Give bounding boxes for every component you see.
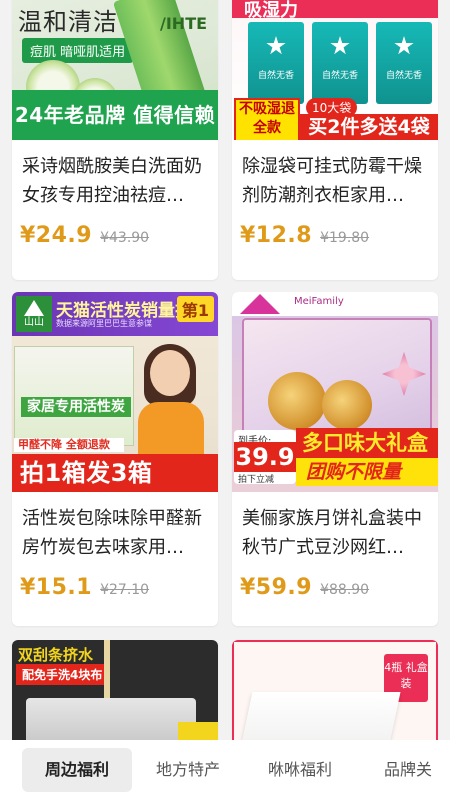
product-box-icon: 家居专用活性炭 (14, 346, 134, 446)
price-row: ¥15.1 ¥27.10 (20, 575, 149, 600)
image-subtitle: 配免手洗4块布 (16, 664, 109, 685)
product-title[interactable]: 采诗烟酰胺美白洗面奶女孩专用控油祛痘… (22, 152, 210, 210)
package-icon: 自然无香 (376, 22, 432, 104)
product-price: ¥12.8 (240, 223, 313, 248)
spokesperson-image (132, 344, 210, 454)
refund-strip: 甲醛不降 全额退款 (14, 438, 124, 452)
price-row: ¥59.9 ¥88.90 (240, 575, 369, 600)
price-tag-suffix: 拍下立减 (238, 475, 275, 485)
price-tag: 到手价: 39.9 拍下立减 (234, 430, 296, 485)
product-price: ¥59.9 (240, 575, 313, 600)
promo-banner: 买2件多送4袋 (300, 114, 438, 140)
product-title[interactable]: 活性炭包除味除甲醛新房竹炭包去味家用… (22, 504, 210, 562)
product-card[interactable]: 双刮条挤水 配免手洗4块布 (12, 640, 218, 750)
promo-banner-secondary: 团购不限量 (296, 458, 438, 486)
brand-name: MeiFamily (294, 296, 344, 307)
product-title[interactable]: 美俪家族月饼礼盒装中秋节广式豆沙网红… (242, 504, 430, 562)
product-image[interactable]: 4瓶 礼盒装 (232, 640, 438, 750)
image-headline: 温和清洁 (18, 8, 118, 36)
image-title: 双刮条挤水 (18, 646, 94, 664)
product-image[interactable]: 吸湿力 自然无香 自然无香 自然无香 不吸湿退全款 10大袋 买2件多送4袋 (232, 0, 438, 140)
promo-strip: 拍1箱发3箱 (12, 454, 218, 492)
product-card[interactable]: 4瓶 礼盒装 (232, 640, 438, 750)
brand-logo: 山山 (16, 296, 52, 332)
product-card[interactable]: 温和清洁 痘肌 暗哑肌适用 /IHTE 24年老品牌 值得信赖 采诗烟酰胺美白洗… (12, 0, 218, 280)
original-price: ¥88.90 (320, 582, 370, 598)
product-image[interactable]: 温和清洁 痘肌 暗哑肌适用 /IHTE 24年老品牌 值得信赖 (12, 0, 218, 140)
tube-label: /IHTE (160, 14, 208, 33)
bottom-tab-bar: 周边福利 地方特产 咻咻福利 品牌关 (0, 740, 450, 800)
image-band: 24年老品牌 值得信赖 (12, 90, 218, 140)
product-price: ¥15.1 (20, 575, 93, 600)
product-price: ¥24.9 (20, 223, 93, 248)
price-row: ¥12.8 ¥19.80 (240, 223, 369, 248)
tab-咻咻福利[interactable]: 咻咻福利 (252, 748, 348, 792)
image-top-text: 吸湿力 (244, 0, 298, 21)
product-card[interactable]: 山山 天猫活性炭销量排行 数据来源阿里巴巴生意参谋 第1 家居专用活性炭 甲醛不… (12, 292, 218, 626)
image-top-banner: 吸湿力 (232, 0, 438, 21)
product-title[interactable]: 除湿袋可挂式防霉干燥剂防潮剂衣柜家用… (242, 152, 430, 210)
box-label: 家居专用活性炭 (21, 397, 131, 417)
image-subtitle: 数据来源阿里巴巴生意参谋 (56, 319, 152, 328)
mop-handle-icon (104, 640, 110, 698)
original-price: ¥43.90 (100, 230, 150, 246)
product-image[interactable]: 双刮条挤水 配免手洗4块布 (12, 640, 218, 750)
mooncake-icon (268, 372, 326, 430)
price-row: ¥24.9 ¥43.90 (20, 223, 149, 248)
image-pill: 痘肌 暗哑肌适用 (22, 38, 134, 63)
tab-周边福利[interactable]: 周边福利 (22, 748, 132, 792)
package-icon: 自然无香 (248, 22, 304, 104)
rank-badge: 第1 (176, 296, 214, 322)
refund-badge: 不吸湿退全款 (234, 98, 300, 140)
price-tag-value: 39.9 (234, 442, 296, 472)
tab-地方特产[interactable]: 地方特产 (140, 748, 236, 792)
package-icon: 自然无香 (312, 22, 368, 104)
product-card[interactable]: 吸湿力 自然无香 自然无香 自然无香 不吸湿退全款 10大袋 买2件多送4袋 除… (232, 0, 438, 280)
original-price: ¥27.10 (100, 582, 150, 598)
promo-banner: 多口味大礼盒 (296, 428, 438, 458)
product-image[interactable]: 山山 天猫活性炭销量排行 数据来源阿里巴巴生意参谋 第1 家居专用活性炭 甲醛不… (12, 292, 218, 492)
product-image[interactable]: MeiFamily 到手价: 39.9 拍下立减 多口味大礼盒 团购不限量 (232, 292, 438, 492)
original-price: ¥19.80 (320, 230, 370, 246)
tab-品牌关[interactable]: 品牌关 (366, 748, 450, 792)
product-card[interactable]: MeiFamily 到手价: 39.9 拍下立减 多口味大礼盒 团购不限量 美俪… (232, 292, 438, 626)
mooncake-icon (322, 380, 372, 430)
